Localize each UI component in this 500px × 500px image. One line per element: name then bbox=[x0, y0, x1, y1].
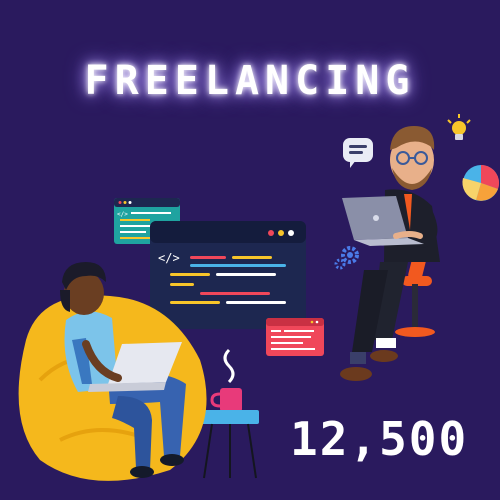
small-window-tag: </> bbox=[117, 211, 128, 218]
lightbulb-icon bbox=[447, 114, 471, 140]
chat-bubble-icon bbox=[343, 138, 373, 168]
freelancer-count: 12,500 bbox=[290, 412, 469, 466]
gear-icon bbox=[334, 246, 359, 270]
pie-chart-icon bbox=[462, 164, 500, 201]
editor-tag: </> bbox=[158, 251, 180, 265]
steam-icon bbox=[223, 348, 235, 384]
side-table-with-mug bbox=[201, 348, 259, 479]
small-red-window bbox=[266, 318, 324, 356]
